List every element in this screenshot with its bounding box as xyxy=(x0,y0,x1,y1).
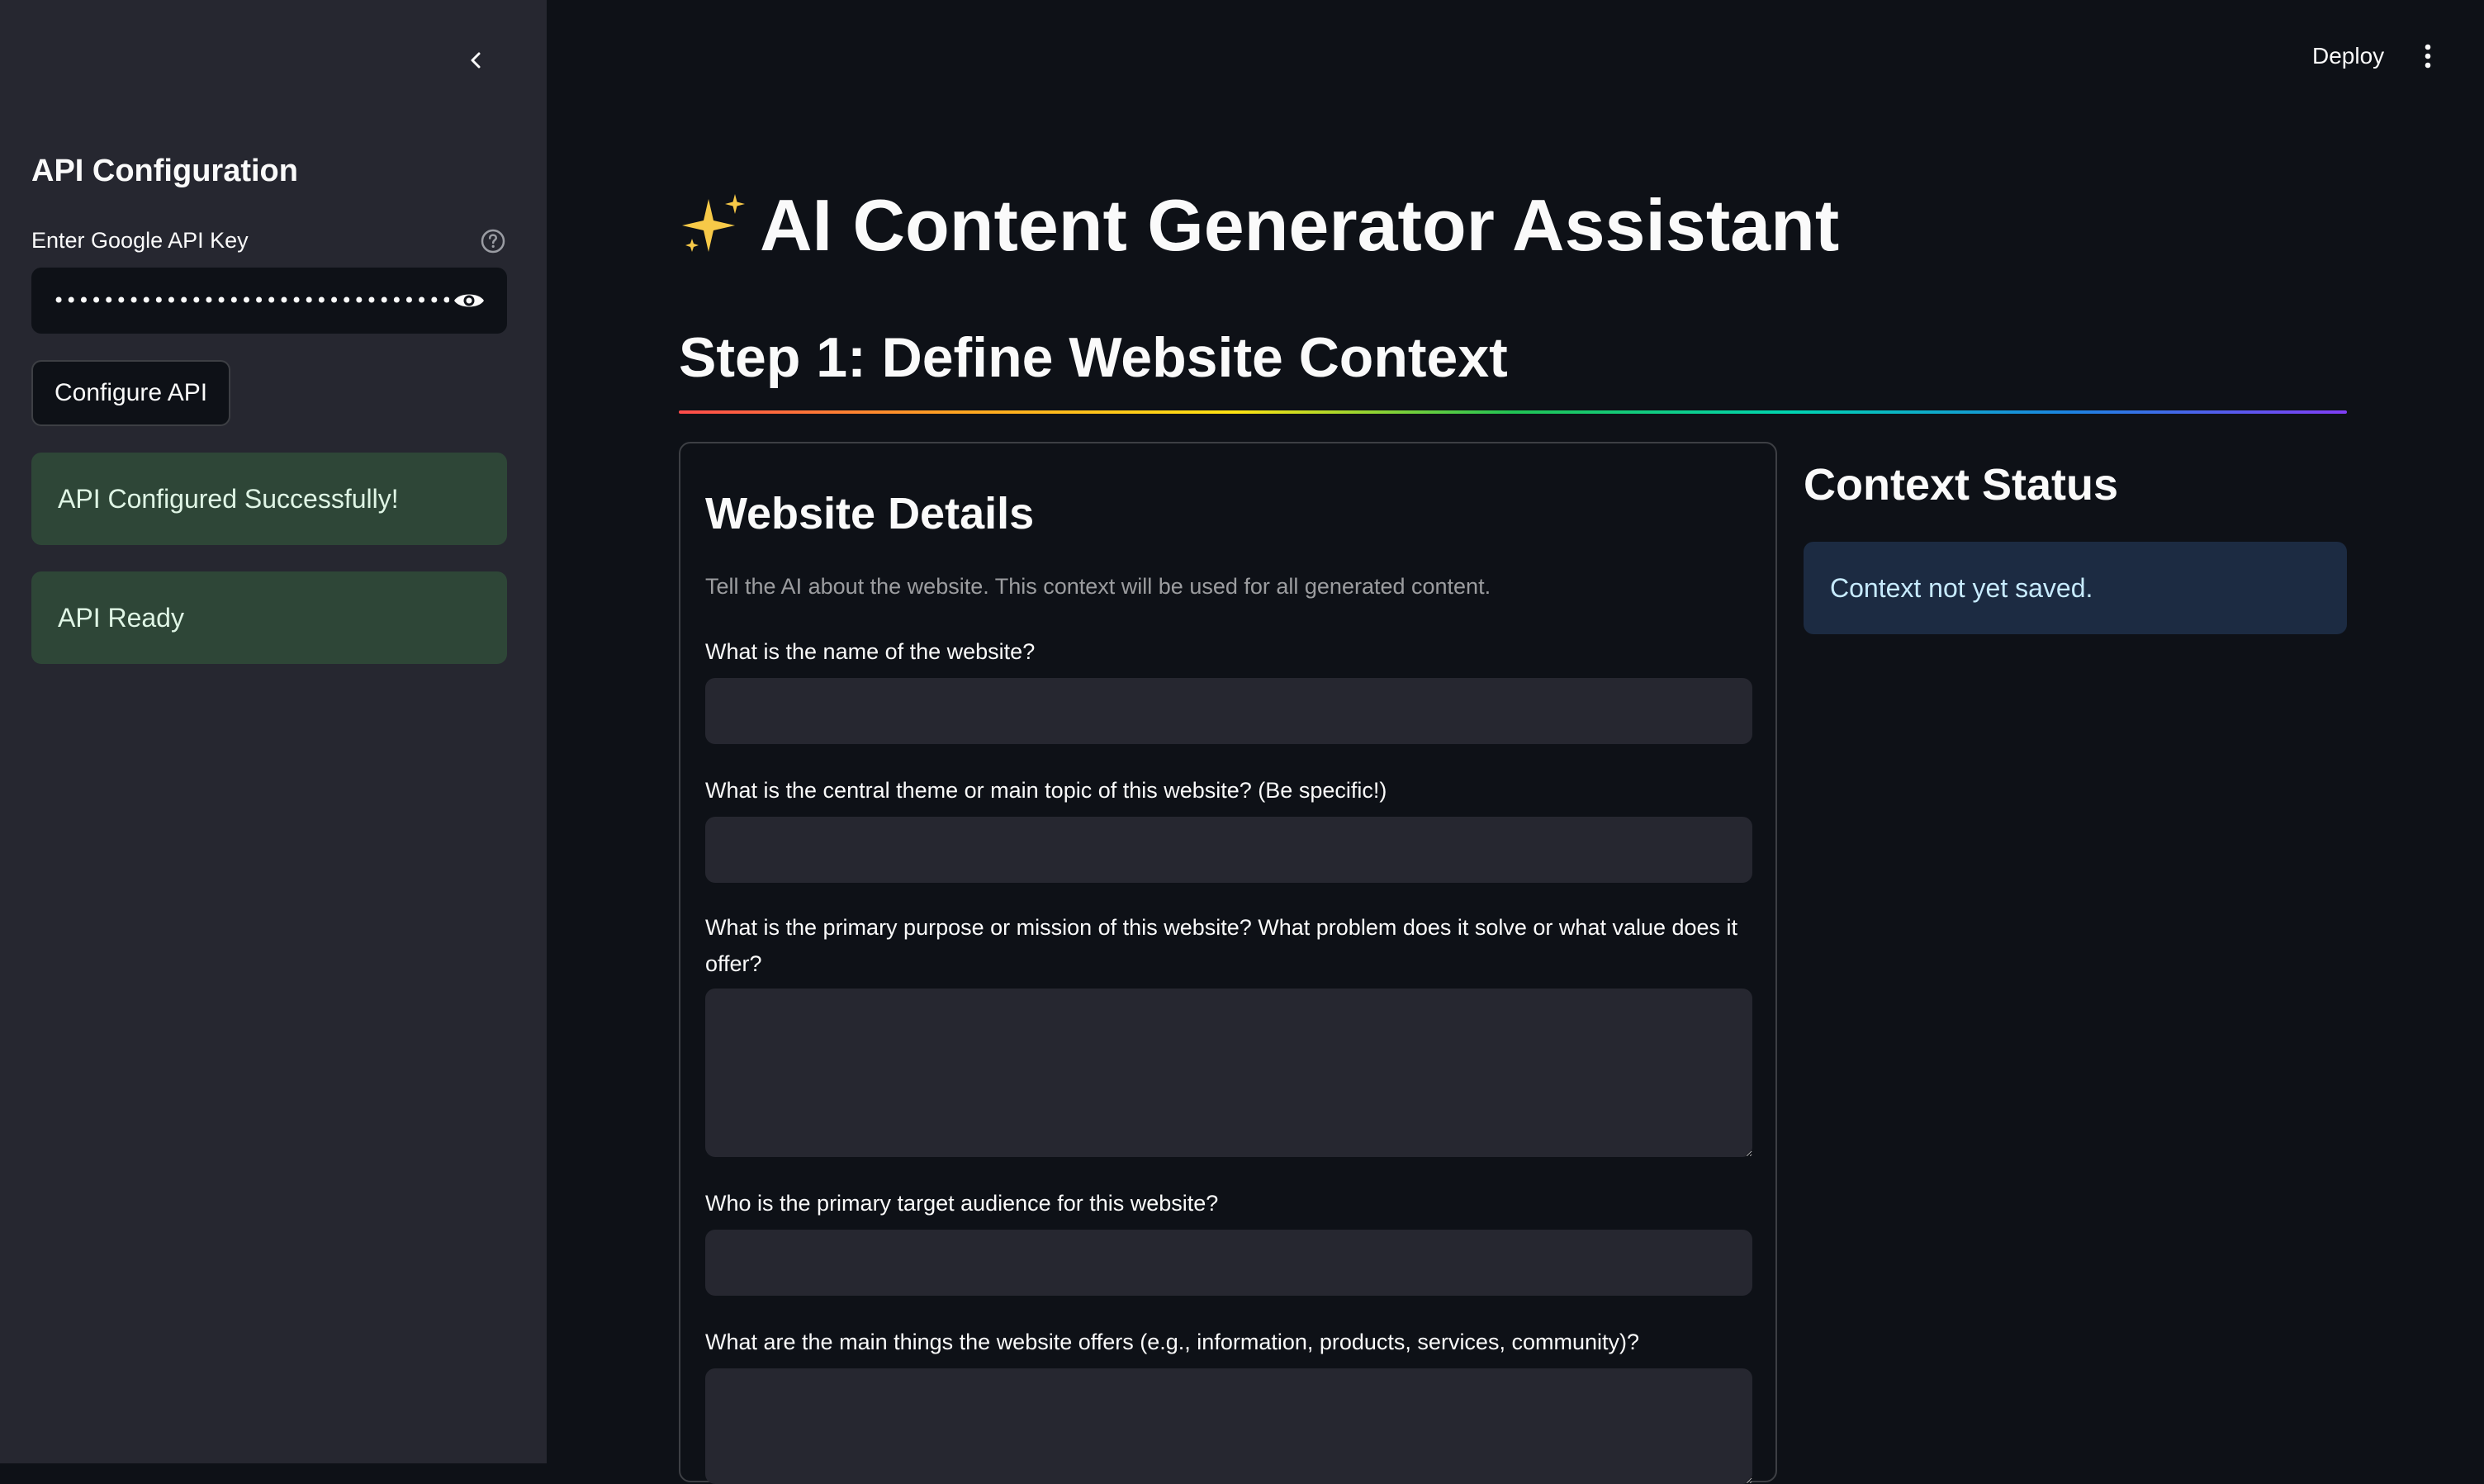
api-ready-alert: API Ready xyxy=(31,571,507,664)
target-audience-label: Who is the primary target audience for t… xyxy=(705,1191,1219,1216)
website-details-form: Website Details Tell the AI about the we… xyxy=(679,442,1777,1484)
sidebar-title: API Configuration xyxy=(31,154,298,188)
page-title-text: AI Content Generator Assistant xyxy=(760,184,1840,266)
page-title: AI Content Generator Assistant xyxy=(679,183,1839,268)
offerings-textarea[interactable] xyxy=(705,1368,1752,1484)
purpose-textarea[interactable] xyxy=(705,989,1752,1157)
main-menu-button[interactable] xyxy=(2410,36,2446,76)
website-name-input[interactable] xyxy=(705,678,1752,744)
form-caption: Tell the AI about the website. This cont… xyxy=(705,574,1491,599)
configure-api-button[interactable]: Configure API xyxy=(31,360,231,426)
collapse-sidebar-button[interactable] xyxy=(461,45,492,76)
api-key-input[interactable] xyxy=(51,288,451,313)
step-heading: Step 1: Define Website Context xyxy=(679,326,1508,389)
form-title: Website Details xyxy=(705,489,1035,538)
context-status-title: Context Status xyxy=(1804,460,2119,510)
offerings-label: What are the main things the website off… xyxy=(705,1330,1639,1354)
target-audience-input[interactable] xyxy=(705,1230,1752,1296)
eye-icon xyxy=(454,294,484,307)
success-alert: API Configured Successfully! xyxy=(31,453,507,545)
deploy-button[interactable]: Deploy xyxy=(2296,36,2401,76)
question-circle-icon[interactable] xyxy=(480,228,506,254)
vertical-dots-icon xyxy=(2425,44,2431,69)
central-theme-label: What is the central theme or main topic … xyxy=(705,778,1387,803)
sparkles-icon xyxy=(679,191,748,260)
api-key-label: Enter Google API Key xyxy=(31,228,249,253)
website-name-label: What is the name of the website? xyxy=(705,639,1036,664)
purpose-label: What is the primary purpose or mission o… xyxy=(705,915,1738,976)
api-key-field xyxy=(31,268,507,334)
chevron-left-icon xyxy=(471,52,481,69)
sidebar: API Configuration Enter Google API Key C… xyxy=(0,0,547,1463)
context-status-info: Context not yet saved. xyxy=(1804,542,2347,634)
central-theme-input[interactable] xyxy=(705,817,1752,883)
rainbow-divider xyxy=(679,410,2347,414)
show-password-button[interactable] xyxy=(451,282,487,319)
